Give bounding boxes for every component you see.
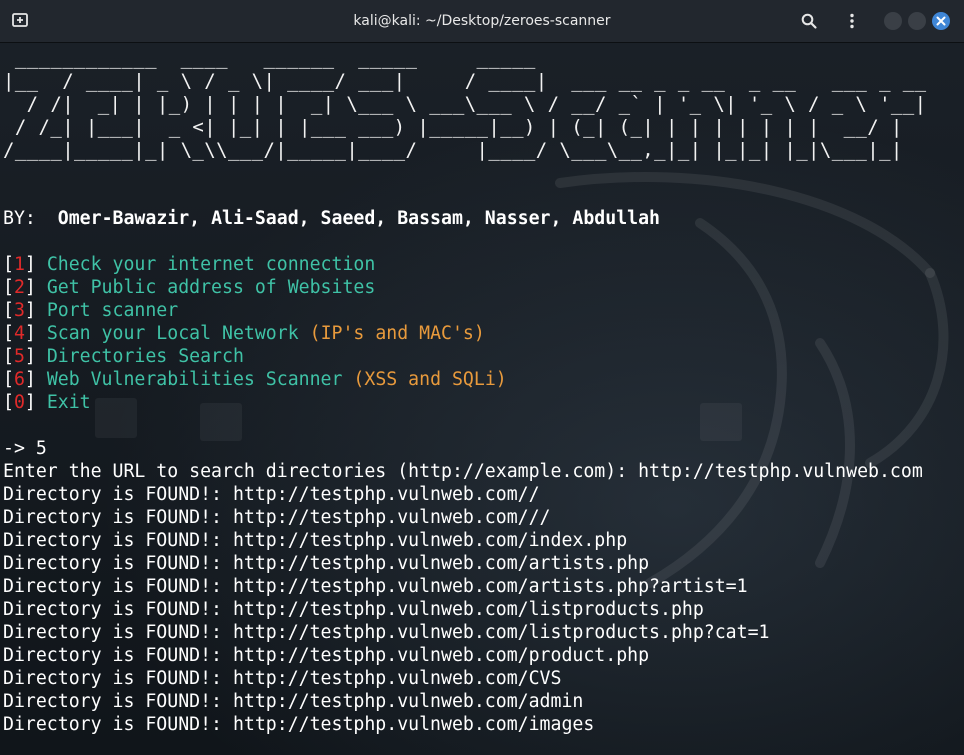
kebab-menu-icon[interactable]	[843, 12, 861, 30]
terminal-output[interactable]: ____________ ____ ______ _____ _____ |__…	[0, 43, 964, 755]
result-line: Directory is FOUND!: http://testphp.vuln…	[3, 507, 551, 528]
new-tab-icon[interactable]	[10, 11, 30, 31]
menu-item-4: [4] Scan your Local Network (IP's and MA…	[3, 323, 485, 344]
menu-item-0: [0] Exit	[3, 392, 91, 413]
menu-text: Port scanner	[46, 300, 179, 321]
minimize-icon[interactable]	[884, 12, 902, 30]
result-line: Directory is FOUND!: http://testphp.vuln…	[3, 714, 595, 735]
menu-text: Check your internet connection	[46, 254, 376, 275]
menu-number: 3	[13, 300, 25, 321]
menu-text: Exit	[46, 392, 91, 413]
menu-number: 4	[13, 323, 25, 344]
menu-item-2: [2] Get Public address of Websites	[3, 277, 376, 298]
menu-number: 5	[13, 346, 25, 367]
window-title: kali@kali: ~/Desktop/zeroes-scanner	[353, 13, 611, 29]
maximize-icon[interactable]	[908, 12, 926, 30]
credits-line: BY: Omer-Bawazir, Ali-Saad, Saeed, Bassa…	[3, 207, 660, 230]
menu-number: 6	[13, 369, 25, 390]
menu-text: Directories Search	[46, 346, 244, 367]
command-prompt: -> 5	[3, 438, 47, 459]
result-line: Directory is FOUND!: http://testphp.vuln…	[3, 530, 628, 551]
terminal-window: kali@kali: ~/Desktop/zeroes-scanner ____…	[0, 0, 964, 755]
credits-label: BY:	[3, 208, 36, 229]
result-line: Directory is FOUND!: http://testphp.vuln…	[3, 553, 650, 574]
menu-number: 0	[13, 392, 25, 413]
menu-number: 1	[13, 254, 25, 275]
menu-item-5: [5] Directories Search	[3, 346, 244, 367]
result-line: Directory is FOUND!: http://testphp.vuln…	[3, 599, 704, 620]
banner-line: |__ / ____| _ \ / _ \| ____/ ___| / ____…	[3, 70, 939, 92]
close-icon[interactable]	[932, 12, 950, 30]
credits-names: Omer-Bawazir, Ali-Saad, Saeed, Bassam, N…	[57, 208, 661, 229]
menu-note: (XSS and SQLi)	[353, 369, 507, 390]
menu-item-1: [1] Check your internet connection	[3, 254, 376, 275]
menu-item-3: [3] Port scanner	[3, 300, 179, 321]
search-icon[interactable]	[800, 12, 818, 30]
menu-text: Web Vulnerabilities Scanner	[46, 369, 343, 390]
banner-line: / /| _| | |_) | | | | _| \___ \ ___\___ …	[3, 93, 927, 115]
result-line: Directory is FOUND!: http://testphp.vuln…	[3, 691, 584, 712]
result-line: Directory is FOUND!: http://testphp.vuln…	[3, 576, 748, 597]
menu-note: (IP's and MAC's)	[309, 323, 485, 344]
menu-number: 2	[13, 277, 25, 298]
title-bar: kali@kali: ~/Desktop/zeroes-scanner	[0, 0, 964, 43]
result-line: Directory is FOUND!: http://testphp.vuln…	[3, 645, 650, 666]
banner-line: /____|_____|_| \_\\___/|_____|____/ |___…	[3, 139, 939, 161]
menu-text: Scan your Local Network	[46, 323, 299, 344]
result-line: Directory is FOUND!: http://testphp.vuln…	[3, 622, 770, 643]
result-line: Directory is FOUND!: http://testphp.vuln…	[3, 668, 562, 689]
banner-line: / /_| |___| _ <| |_| | |___ ___) |_____|…	[3, 116, 939, 138]
banner-line: ____________ ____ ______ _____ _____	[3, 47, 964, 69]
result-line: Directory is FOUND!: http://testphp.vuln…	[3, 484, 540, 505]
menu-item-6: [6] Web Vulnerabilities Scanner (XSS and…	[3, 369, 507, 390]
menu-text: Get Public address of Websites	[46, 277, 376, 298]
url-prompt-line: Enter the URL to search directories (htt…	[3, 461, 923, 482]
